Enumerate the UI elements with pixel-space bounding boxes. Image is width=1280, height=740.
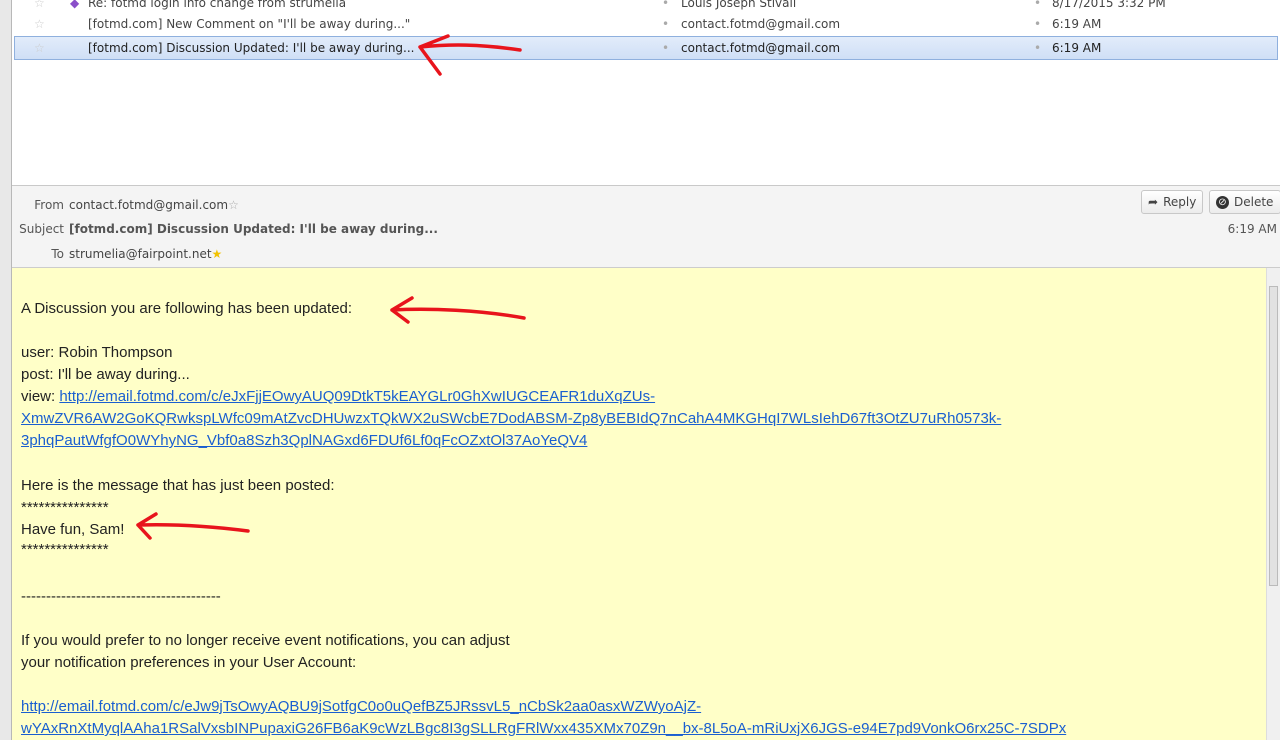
red-arrow-2: [390, 296, 526, 324]
red-arrow-3: [136, 512, 250, 540]
annotation-arrows: [136, 34, 526, 540]
red-arrow-1: [418, 34, 522, 76]
